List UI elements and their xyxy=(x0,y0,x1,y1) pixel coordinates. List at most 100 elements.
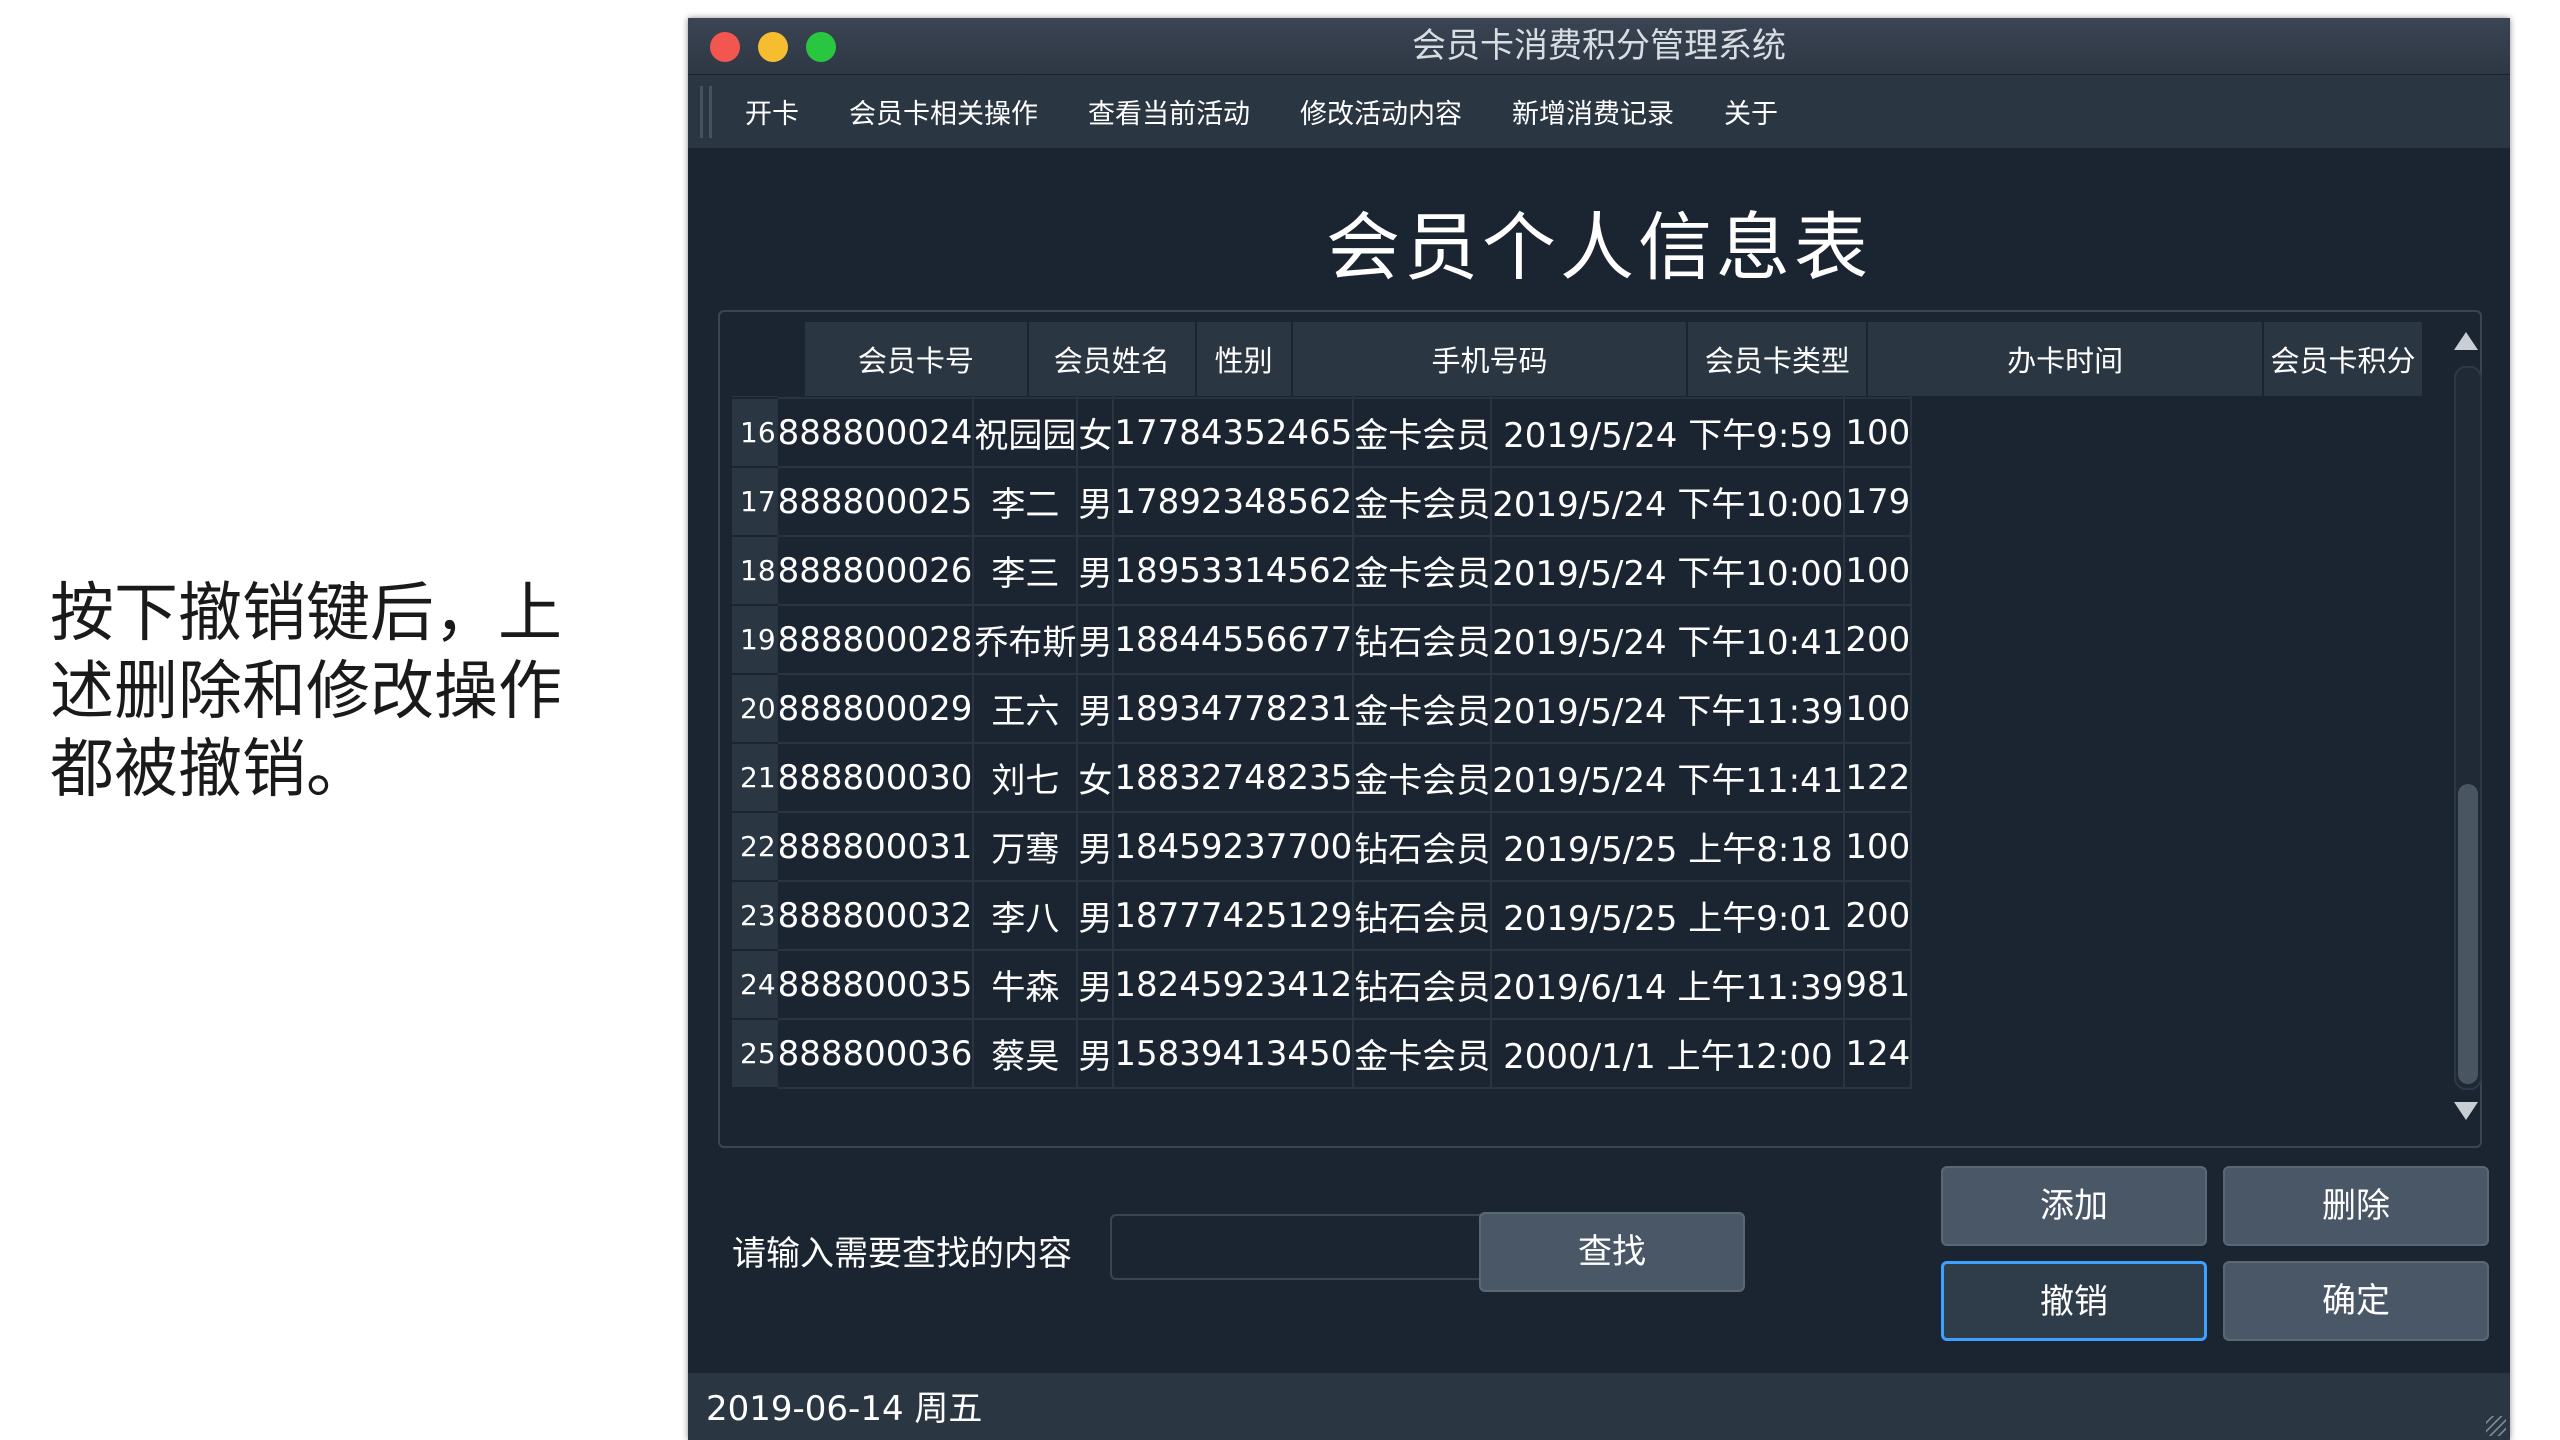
cell-phone[interactable]: 18953314562 xyxy=(1113,536,1355,606)
cell-card-no[interactable]: 888800032 xyxy=(776,881,975,951)
cell-card-type[interactable]: 钻石会员 xyxy=(1353,812,1493,882)
column-header-sex[interactable]: 性别 xyxy=(1195,322,1293,396)
cell-card-type[interactable]: 金卡会员 xyxy=(1353,743,1493,813)
cell-name[interactable]: 李八 xyxy=(973,881,1079,951)
row-number[interactable]: 25 xyxy=(732,1019,778,1089)
column-header-card-no[interactable]: 会员卡号 xyxy=(803,322,1029,396)
table-row[interactable]: 19 888800028 乔布斯男 18844556677 钻石会员 2019/5/24 … xyxy=(732,605,1913,675)
search-button[interactable]: 查找 xyxy=(1479,1212,1745,1292)
cell-open-time[interactable]: 2000/1/1 上午12:00 xyxy=(1491,1019,1846,1089)
cell-phone[interactable]: 17784352465 xyxy=(1113,398,1355,468)
cell-name[interactable]: 刘七 xyxy=(973,743,1079,813)
cell-points[interactable]: 100 xyxy=(1844,812,1913,882)
cell-card-type[interactable]: 钻石会员 xyxy=(1353,950,1493,1020)
table-row[interactable]: 18 888800026 李三男 18953314562 金卡会员 2019/5/24 下… xyxy=(732,536,1913,606)
cell-open-time[interactable]: 2019/5/25 上午9:01 xyxy=(1491,881,1846,951)
delete-button[interactable]: 删除 xyxy=(2223,1166,2489,1246)
cell-sex[interactable]: 男 xyxy=(1077,881,1115,951)
cell-sex[interactable]: 男 xyxy=(1077,536,1115,606)
add-button[interactable]: 添加 xyxy=(1941,1166,2207,1246)
cell-card-no[interactable]: 888800030 xyxy=(776,743,975,813)
cell-open-time[interactable]: 2019/5/25 上午8:18 xyxy=(1491,812,1846,882)
cell-phone[interactable]: 18777425129 xyxy=(1113,881,1355,951)
row-number[interactable]: 20 xyxy=(732,674,778,744)
row-number[interactable]: 16 xyxy=(732,398,778,468)
column-header-name[interactable]: 会员姓名 xyxy=(1027,322,1197,396)
cell-name[interactable]: 乔布斯 xyxy=(973,605,1079,675)
row-number[interactable]: 21 xyxy=(732,743,778,813)
cell-phone[interactable]: 18832748235 xyxy=(1113,743,1355,813)
cell-sex[interactable]: 男 xyxy=(1077,605,1115,675)
search-input[interactable] xyxy=(1110,1214,1488,1280)
table-row[interactable]: 21 888800030 刘七女 18832748235 金卡会员 2019/5/24 下… xyxy=(732,743,1913,813)
cell-points[interactable]: 200 xyxy=(1844,881,1913,951)
cell-card-no[interactable]: 888800031 xyxy=(776,812,975,882)
cell-phone[interactable]: 17892348562 xyxy=(1113,467,1355,537)
cell-card-no[interactable]: 888800035 xyxy=(776,950,975,1020)
cell-phone[interactable]: 18934778231 xyxy=(1113,674,1355,744)
cell-sex[interactable]: 女 xyxy=(1077,398,1115,468)
cell-sex[interactable]: 男 xyxy=(1077,950,1115,1020)
table-row[interactable]: 22 888800031 万骞男 18459237700 钻石会员 2019/5/25 上… xyxy=(732,812,1913,882)
cell-name[interactable]: 王六 xyxy=(973,674,1079,744)
menu-edit-activity[interactable]: 修改活动内容 xyxy=(1275,92,1487,131)
menu-about[interactable]: 关于 xyxy=(1699,92,1803,131)
table-row[interactable]: 23 888800032 李八男 18777425129 钻石会员 2019/5/25 上… xyxy=(732,881,1913,951)
cell-card-type[interactable]: 金卡会员 xyxy=(1353,398,1493,468)
cell-card-no[interactable]: 888800025 xyxy=(776,467,975,537)
cell-phone[interactable]: 15839413450 xyxy=(1113,1019,1355,1089)
cell-card-type[interactable]: 金卡会员 xyxy=(1353,674,1493,744)
table-row[interactable]: 16 888800024 祝园园女 17784352465 金卡会员 2019/5/24 … xyxy=(732,398,1913,468)
row-number[interactable]: 18 xyxy=(732,536,778,606)
cell-points[interactable]: 122 xyxy=(1844,743,1913,813)
cell-card-no[interactable]: 888800024 xyxy=(776,398,975,468)
column-header-points[interactable]: 会员卡积分 xyxy=(2263,322,2424,396)
undo-button[interactable]: 撤销 xyxy=(1941,1261,2207,1341)
confirm-button[interactable]: 确定 xyxy=(2223,1261,2489,1341)
cell-card-no[interactable]: 888800026 xyxy=(776,536,975,606)
cell-card-no[interactable]: 888800036 xyxy=(776,1019,975,1089)
cell-card-type[interactable]: 钻石会员 xyxy=(1353,605,1493,675)
table-row[interactable]: 25 888800036 蔡昊男 15839413450 金卡会员 2000/1/1 上午… xyxy=(732,1019,1913,1089)
cell-card-type[interactable]: 金卡会员 xyxy=(1353,1019,1493,1089)
cell-points[interactable]: 179 xyxy=(1844,467,1913,537)
cell-open-time[interactable]: 2019/5/24 下午11:41 xyxy=(1491,743,1846,813)
cell-phone[interactable]: 18844556677 xyxy=(1113,605,1355,675)
column-header-phone[interactable]: 手机号码 xyxy=(1291,322,1689,396)
cell-points[interactable]: 981 xyxy=(1844,950,1913,1020)
cell-phone[interactable]: 18459237700 xyxy=(1113,812,1355,882)
cell-name[interactable]: 李二 xyxy=(973,467,1079,537)
cell-points[interactable]: 200 xyxy=(1844,605,1913,675)
cell-card-type[interactable]: 金卡会员 xyxy=(1353,536,1493,606)
cell-name[interactable]: 牛森 xyxy=(973,950,1079,1020)
cell-open-time[interactable]: 2019/6/14 上午11:39 xyxy=(1491,950,1846,1020)
cell-points[interactable]: 100 xyxy=(1844,536,1913,606)
cell-open-time[interactable]: 2019/5/24 下午10:41 xyxy=(1491,605,1846,675)
cell-name[interactable]: 万骞 xyxy=(973,812,1079,882)
cell-sex[interactable]: 男 xyxy=(1077,674,1115,744)
cell-points[interactable]: 100 xyxy=(1844,674,1913,744)
menu-view-activity[interactable]: 查看当前活动 xyxy=(1063,92,1275,131)
cell-card-no[interactable]: 888800028 xyxy=(776,605,975,675)
cell-points[interactable]: 100 xyxy=(1844,398,1913,468)
scroll-down-arrow-icon[interactable] xyxy=(2454,1102,2478,1120)
menu-card-operations[interactable]: 会员卡相关操作 xyxy=(824,92,1063,131)
cell-sex[interactable]: 男 xyxy=(1077,812,1115,882)
cell-phone[interactable]: 18245923412 xyxy=(1113,950,1355,1020)
table-row[interactable]: 20 888800029 王六男 18934778231 金卡会员 2019/5/24 下… xyxy=(732,674,1913,744)
row-number[interactable]: 19 xyxy=(732,605,778,675)
cell-card-no[interactable]: 888800029 xyxy=(776,674,975,744)
row-number[interactable]: 24 xyxy=(732,950,778,1020)
table-row[interactable]: 24 888800035 牛森男 18245923412 钻石会员 2019/6/14 上… xyxy=(732,950,1913,1020)
cell-points[interactable]: 124 xyxy=(1844,1019,1913,1089)
cell-card-type[interactable]: 钻石会员 xyxy=(1353,881,1493,951)
vertical-scrollbar[interactable] xyxy=(2454,366,2482,1090)
cell-open-time[interactable]: 2019/5/24 下午11:39 xyxy=(1491,674,1846,744)
cell-sex[interactable]: 男 xyxy=(1077,1019,1115,1089)
scroll-up-arrow-icon[interactable] xyxy=(2454,332,2478,350)
cell-open-time[interactable]: 2019/5/24 下午10:00 xyxy=(1491,467,1846,537)
toolbar-grip-icon[interactable] xyxy=(700,85,712,138)
row-number[interactable]: 22 xyxy=(732,812,778,882)
resize-grip-icon[interactable] xyxy=(2486,1416,2506,1436)
menu-add-consumption[interactable]: 新增消费记录 xyxy=(1487,92,1699,131)
